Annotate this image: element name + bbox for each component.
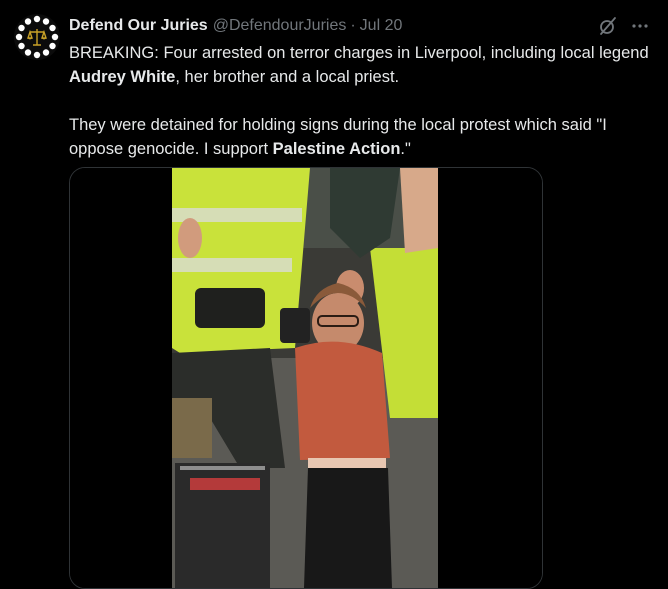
tweet-actions-top bbox=[598, 16, 650, 36]
tweet-header: Defend Our Juries @DefendourJuries · Jul… bbox=[69, 15, 402, 37]
video-frame bbox=[70, 168, 542, 588]
tweet-paragraph-1: BREAKING: Four arrested on terror charge… bbox=[69, 44, 649, 86]
tweet-video[interactable] bbox=[69, 167, 543, 589]
highlight-audrey-white: Audrey White bbox=[69, 68, 176, 86]
tweet-text: BREAKING: Four arrested on terror charge… bbox=[69, 41, 649, 161]
grok-icon[interactable] bbox=[598, 16, 618, 36]
tweet-paragraph-2: They were detained for holding signs dur… bbox=[69, 116, 607, 158]
author-handle[interactable]: @DefendourJuries bbox=[213, 17, 347, 35]
tweet-date[interactable]: Jul 20 bbox=[360, 17, 403, 35]
highlight-palestine-action: Palestine Action bbox=[272, 140, 401, 158]
avatar[interactable] bbox=[14, 14, 60, 60]
separator-dot: · bbox=[350, 17, 356, 34]
more-icon[interactable] bbox=[630, 16, 650, 36]
tweet[interactable]: Defend Our Juries @DefendourJuries · Jul… bbox=[0, 0, 668, 589]
scales-of-justice-icon bbox=[14, 14, 60, 60]
author-name[interactable]: Defend Our Juries bbox=[69, 17, 208, 35]
